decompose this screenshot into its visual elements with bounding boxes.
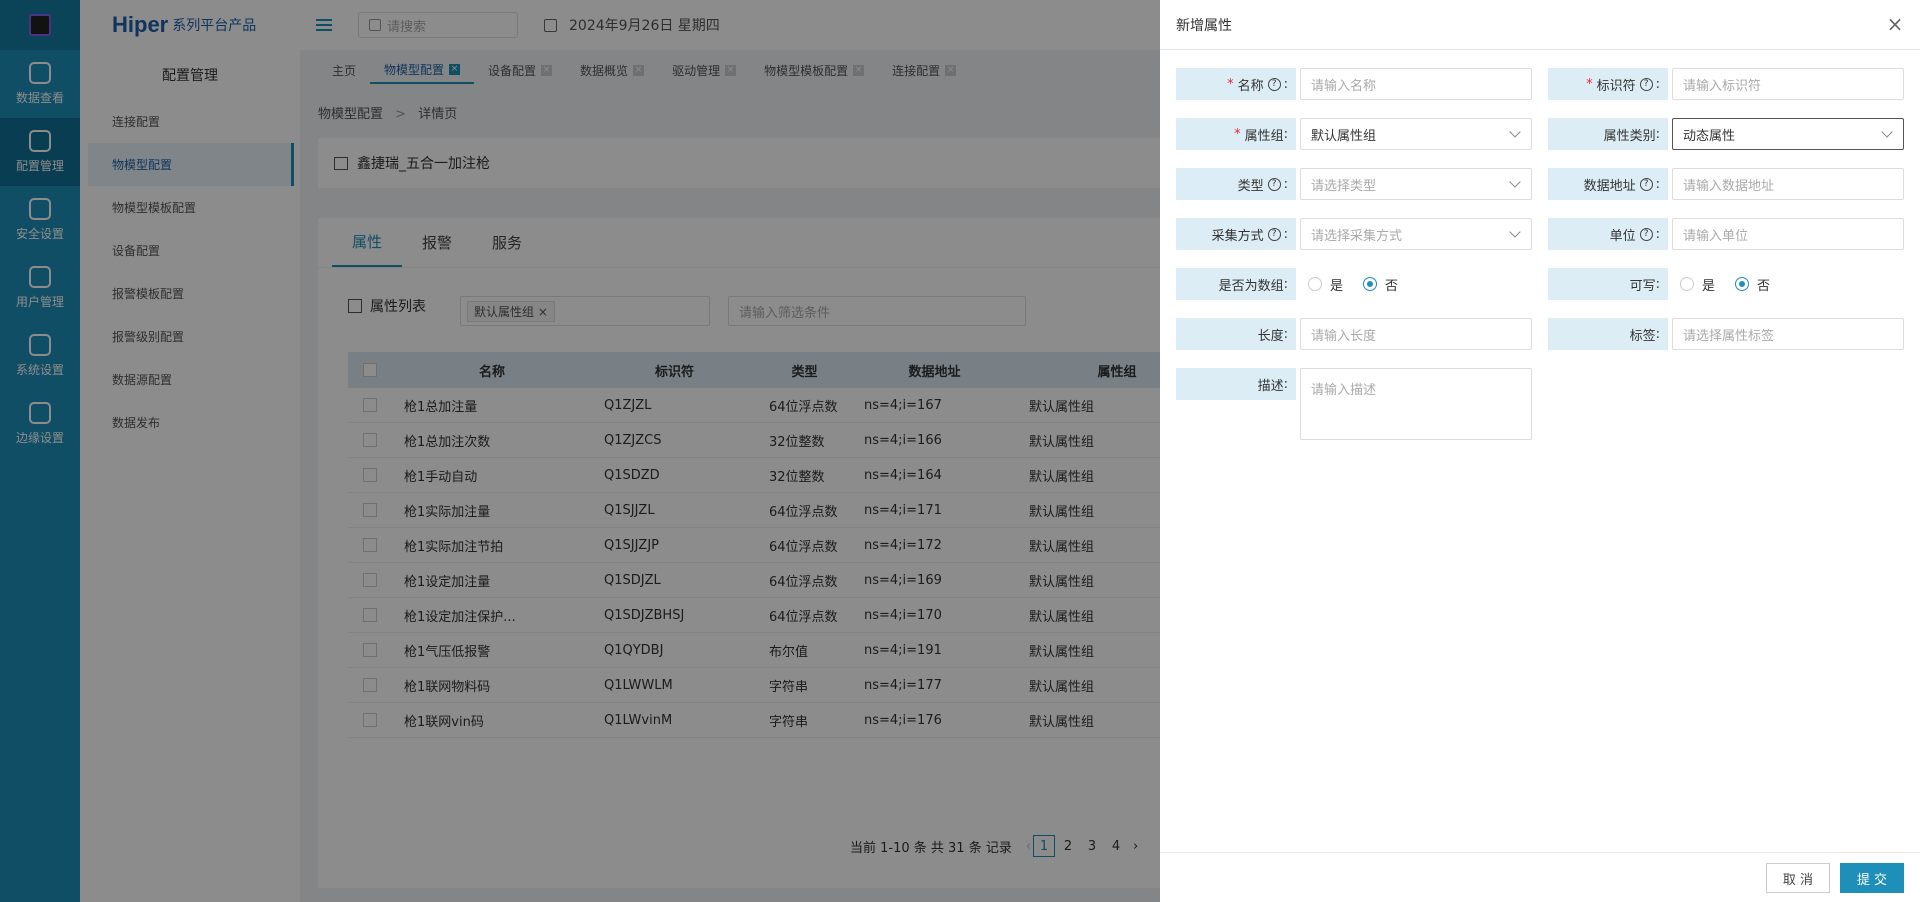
type-select[interactable]: 请选择类型 — [1300, 168, 1532, 200]
chevron-down-icon — [1881, 126, 1893, 138]
help-icon[interactable]: ? — [1267, 177, 1281, 191]
is-array-radio-group: 是 否 — [1302, 268, 1398, 300]
chevron-down-icon — [1509, 126, 1521, 138]
cancel-button[interactable]: 取 消 — [1766, 863, 1830, 893]
close-icon[interactable]: × — [1886, 14, 1904, 34]
address-label: 数据地址?: — [1548, 168, 1668, 200]
name-label: * 名称?: — [1176, 68, 1296, 100]
help-icon[interactable]: ? — [1267, 77, 1281, 91]
collect-label: 采集方式?: — [1176, 218, 1296, 250]
is-array-yes-radio[interactable] — [1308, 277, 1322, 291]
desc-textarea[interactable]: 请输入描述 — [1300, 368, 1532, 440]
help-icon[interactable]: ? — [1639, 77, 1653, 91]
unit-label: 单位?: — [1548, 218, 1668, 250]
length-input[interactable]: 请输入长度 — [1300, 318, 1532, 350]
help-icon[interactable]: ? — [1639, 227, 1653, 241]
type-label: 类型?: — [1176, 168, 1296, 200]
name-input[interactable]: 请输入名称 — [1300, 68, 1532, 100]
writable-radio-group: 是 否 — [1674, 268, 1770, 300]
tag-select[interactable]: 请选择属性标签 — [1672, 318, 1904, 350]
group-select[interactable]: 默认属性组 — [1300, 118, 1532, 150]
is-array-label: 是否为数组: — [1176, 268, 1296, 300]
modal-overlay[interactable] — [0, 0, 1160, 902]
category-label: 属性类别: — [1548, 118, 1668, 150]
drawer-footer: 取 消 提 交 — [1160, 852, 1920, 902]
tag-label: 标签: — [1548, 318, 1668, 350]
address-input[interactable]: 请输入数据地址 — [1672, 168, 1904, 200]
identifier-input[interactable]: 请输入标识符 — [1672, 68, 1904, 100]
writable-no-radio[interactable] — [1735, 277, 1750, 291]
submit-button[interactable]: 提 交 — [1840, 863, 1904, 893]
chevron-down-icon — [1509, 226, 1521, 238]
desc-label: 描述: — [1176, 368, 1296, 400]
help-icon[interactable]: ? — [1267, 227, 1281, 241]
drawer-title: 新增属性 — [1176, 17, 1232, 34]
help-icon[interactable]: ? — [1639, 177, 1653, 191]
drawer-header: 新增属性 × — [1160, 0, 1920, 50]
chevron-down-icon — [1509, 176, 1521, 188]
writable-yes-radio[interactable] — [1680, 277, 1694, 291]
writable-label: 可写: — [1548, 268, 1668, 300]
category-select[interactable]: 动态属性 — [1672, 118, 1904, 150]
is-array-no-radio[interactable] — [1363, 277, 1378, 291]
identifier-label: * 标识符?: — [1548, 68, 1668, 100]
group-label: * 属性组: — [1176, 118, 1296, 150]
collect-select[interactable]: 请选择采集方式 — [1300, 218, 1532, 250]
length-label: 长度: — [1176, 318, 1296, 350]
unit-input[interactable]: 请输入单位 — [1672, 218, 1904, 250]
add-property-drawer: 新增属性 × * 名称?: 请输入名称 * 标识符?: 请输入标识符 * 属性组: 默… — [1160, 0, 1920, 902]
